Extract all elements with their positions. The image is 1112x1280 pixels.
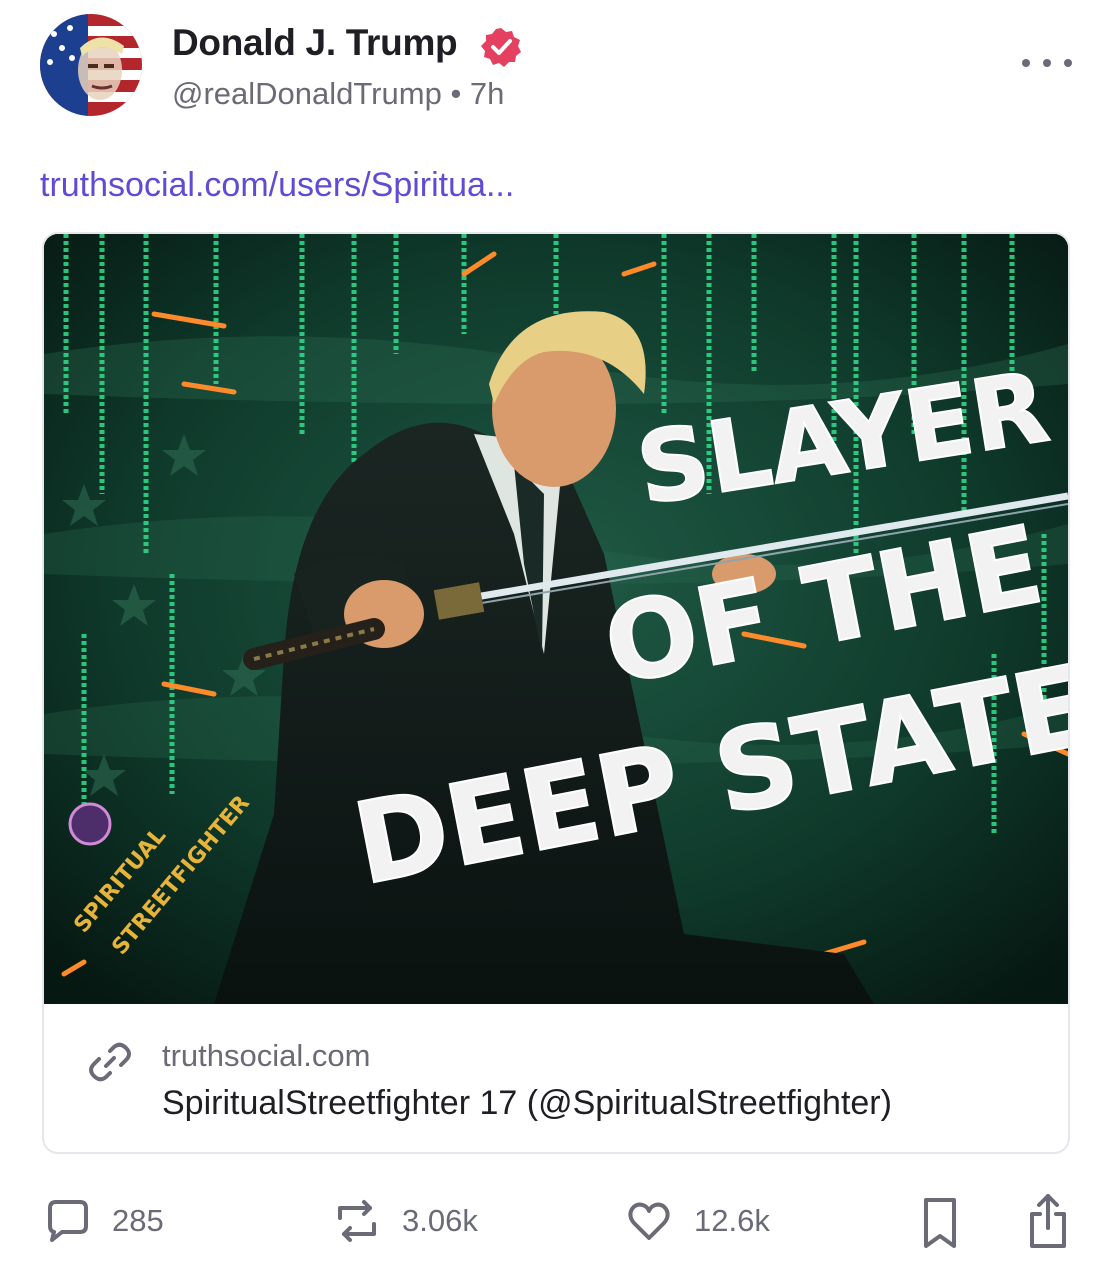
repost-count: 3.06k <box>402 1203 478 1238</box>
verified-badge-icon <box>480 26 522 68</box>
share-button[interactable] <box>1026 1192 1070 1255</box>
post-actions: 285 3.06k 12.6k <box>0 1190 1112 1260</box>
meta-separator: • <box>450 76 470 111</box>
bookmark-icon <box>924 1198 956 1248</box>
author-meta: @realDonaldTrump • 7h <box>172 76 504 112</box>
card-image[interactable]: SLAYER OF THE DEEP STATE SPIRITUAL STREE… <box>44 234 1068 1004</box>
comment-icon <box>48 1200 88 1242</box>
card-title[interactable]: SpiritualStreetfighter 17 (@SpiritualStr… <box>162 1084 892 1123</box>
more-dot-icon <box>1064 59 1072 67</box>
more-dot-icon <box>1022 59 1030 67</box>
reply-button[interactable]: 285 <box>44 1198 164 1244</box>
link-icon <box>88 1040 132 1084</box>
bookmark-button[interactable] <box>920 1196 960 1255</box>
link-preview-card[interactable]: SLAYER OF THE DEEP STATE SPIRITUAL STREE… <box>42 232 1070 1154</box>
post-time: 7h <box>469 76 505 111</box>
repost-icon <box>338 1200 376 1242</box>
more-options-button[interactable] <box>1022 48 1072 78</box>
post-link[interactable]: truthsocial.com/users/Spiritua... <box>40 166 514 205</box>
repost-button[interactable]: 3.06k <box>334 1198 478 1244</box>
heart-icon <box>628 1202 670 1240</box>
author-name[interactable]: Donald J. Trump <box>172 22 458 64</box>
author-handle[interactable]: @realDonaldTrump <box>172 76 442 111</box>
card-domain: truthsocial.com <box>162 1038 371 1073</box>
share-icon <box>1030 1194 1066 1248</box>
like-count: 12.6k <box>694 1203 770 1238</box>
more-dot-icon <box>1043 59 1051 67</box>
like-button[interactable]: 12.6k <box>626 1198 770 1244</box>
reply-count: 285 <box>112 1203 164 1238</box>
avatar[interactable] <box>40 14 142 116</box>
